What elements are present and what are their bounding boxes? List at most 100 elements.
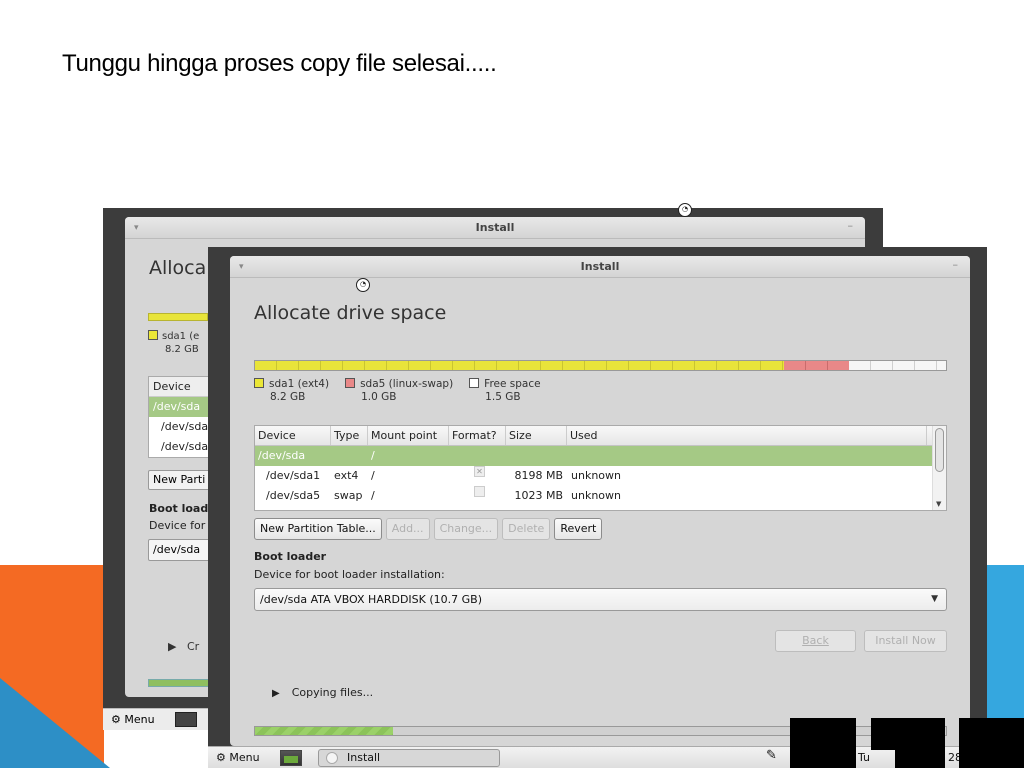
boot-device-value: /dev/sda ATA VBOX HARDDISK (10.7 GB) <box>260 593 483 606</box>
cell-mount: / <box>371 449 375 462</box>
window-titlebar[interactable]: ▾ Install – <box>125 217 865 239</box>
format-checkbox[interactable]: ✕ <box>474 466 485 477</box>
expander-triangle-icon: ▶ <box>168 640 177 653</box>
legend-swatch-icon <box>254 378 264 388</box>
table-row[interactable]: /dev/sda1 ext4 / ✕ 8198 MB unknown <box>255 466 946 486</box>
overlay-box <box>790 718 856 768</box>
cell-used <box>567 446 927 466</box>
window-title: Install <box>580 260 620 273</box>
copying-expander[interactable]: ▶ Cr <box>168 640 199 653</box>
partition-segment-sda1 <box>255 361 784 370</box>
format-checkbox[interactable] <box>474 486 485 497</box>
scrollbar-thumb[interactable] <box>935 428 944 472</box>
partition-bar <box>148 313 208 321</box>
progress-fill <box>255 727 394 735</box>
back-button[interactable]: Back <box>775 630 856 652</box>
cell-format: ✕ <box>449 466 506 486</box>
delete-partition-button[interactable]: Delete <box>502 518 551 540</box>
table-scrollbar[interactable]: ▼ <box>932 426 946 510</box>
network-plug-icon[interactable]: ✎ <box>766 748 777 763</box>
taskbar-item-label: Install <box>347 751 381 764</box>
table-row[interactable]: /dev/sda <box>149 417 217 437</box>
cell-device: /dev/sda <box>258 449 306 462</box>
legend-size: 8.2 GB <box>270 391 306 403</box>
table-row[interactable]: /dev/sda <box>149 397 217 417</box>
overlay-box <box>871 718 945 750</box>
legend-item-sda1: sda1 (ext4) 8.2 GB <box>254 378 329 404</box>
legend-swatch-icon <box>469 378 480 388</box>
partition-segment-free <box>848 361 946 370</box>
column-header-type[interactable]: Type <box>331 426 368 445</box>
menu-button[interactable]: ⚙ Menu <box>111 710 155 730</box>
new-partition-table-button[interactable]: New Partition Table... <box>254 518 382 540</box>
menu-label: Menu <box>229 751 260 764</box>
copying-expander[interactable]: ▶ Copying files... <box>272 686 373 699</box>
minimize-icon[interactable]: – <box>848 215 854 237</box>
table-header-device[interactable]: Device <box>149 377 217 397</box>
cell-format <box>449 486 506 506</box>
column-header-mount[interactable]: Mount point <box>368 426 449 445</box>
legend-label: Free space <box>484 378 541 390</box>
cell-size <box>506 446 567 466</box>
page-heading: Allocate drive space <box>254 302 447 324</box>
boot-device-select[interactable]: /dev/sda ATA VBOX HARDDISK (10.7 GB) ▼ <box>254 588 947 611</box>
legend-size: 8.2 GB <box>165 344 199 355</box>
legend-item-free: Free space 1.5 GB <box>469 378 541 404</box>
boot-loader-subtitle: Device for <box>149 519 206 532</box>
column-header-device[interactable]: Device <box>255 426 331 445</box>
cell-size: 1023 MB <box>514 489 563 502</box>
clock[interactable]: Tu <box>858 749 870 766</box>
busy-cursor-icon: ◔ <box>356 278 370 292</box>
slide: Tunggu hingga proses copy file selesai..… <box>0 0 1024 768</box>
menu-button[interactable]: ⚙ Menu <box>216 749 260 766</box>
cell-mount: / <box>371 469 375 482</box>
copying-label: Cr <box>186 640 200 653</box>
gear-icon: ⚙ <box>216 751 226 764</box>
window-menu-icon[interactable]: ▾ <box>134 217 139 239</box>
legend-item-sda5: sda5 (linux-swap) 1.0 GB <box>345 378 453 404</box>
install-now-button[interactable]: Install Now <box>864 630 947 652</box>
table-row[interactable]: /dev/sda / <box>255 446 946 466</box>
install-window: ▾ Install – Allocate drive space sda1 (e… <box>230 256 970 746</box>
change-partition-button[interactable]: Change... <box>433 518 499 540</box>
partition-bar <box>254 360 947 371</box>
cell-device: /dev/sda5 <box>266 489 321 502</box>
cell-type: swap <box>334 489 363 502</box>
overlay-box <box>959 718 1024 768</box>
legend-label: sda5 (linux-swap) <box>360 378 454 390</box>
cell-type <box>331 446 368 466</box>
table-row[interactable]: /dev/sda5 swap / 1023 MB unknown <box>255 486 946 506</box>
legend-swatch-icon <box>345 378 356 388</box>
terminal-icon[interactable] <box>280 750 302 766</box>
minimize-icon[interactable]: – <box>953 254 959 276</box>
expander-triangle-icon: ▶ <box>272 688 280 699</box>
add-partition-button[interactable]: Add... <box>385 518 430 540</box>
partition-segment-sda5 <box>783 361 849 370</box>
window-titlebar[interactable]: ▾ Install – <box>230 256 970 278</box>
window-title: Install <box>475 221 515 234</box>
partition-legend: sda1 (e 8.2 GB <box>148 330 199 356</box>
cell-used: unknown <box>571 489 621 502</box>
screenshot-front: ▾ Install – Allocate drive space sda1 (e… <box>208 247 987 768</box>
scroll-down-icon[interactable]: ▼ <box>936 500 941 508</box>
cell-format <box>449 446 506 466</box>
revert-button[interactable]: Revert <box>554 518 603 540</box>
taskbar-item-install[interactable]: Install <box>318 749 500 767</box>
column-header-format[interactable]: Format? <box>449 426 506 445</box>
cell-size: 8198 MB <box>514 469 563 482</box>
partition-legend: sda1 (ext4) 8.2 GB sda5 (linux-swap) 1.0… <box>254 378 557 404</box>
terminal-icon[interactable] <box>175 712 197 727</box>
table-row[interactable]: /dev/sda <box>149 437 217 457</box>
column-header-size[interactable]: Size <box>506 426 567 445</box>
window-menu-icon[interactable]: ▾ <box>239 256 244 278</box>
column-header-used[interactable]: Used <box>567 426 927 445</box>
table-header: Device Type Mount point Format? Size Use… <box>255 426 946 446</box>
window-body: Allocate drive space sda1 (ext4) 8.2 GB … <box>230 278 970 746</box>
legend-size: 1.0 GB <box>361 391 397 403</box>
boot-loader-title: Boot load <box>149 502 209 515</box>
menu-label: Menu <box>124 713 155 726</box>
page-heading: Alloca <box>149 257 207 279</box>
overlay-box <box>895 750 945 768</box>
clock-prefix: Tu <box>858 751 871 764</box>
gear-icon: ⚙ <box>111 713 121 726</box>
